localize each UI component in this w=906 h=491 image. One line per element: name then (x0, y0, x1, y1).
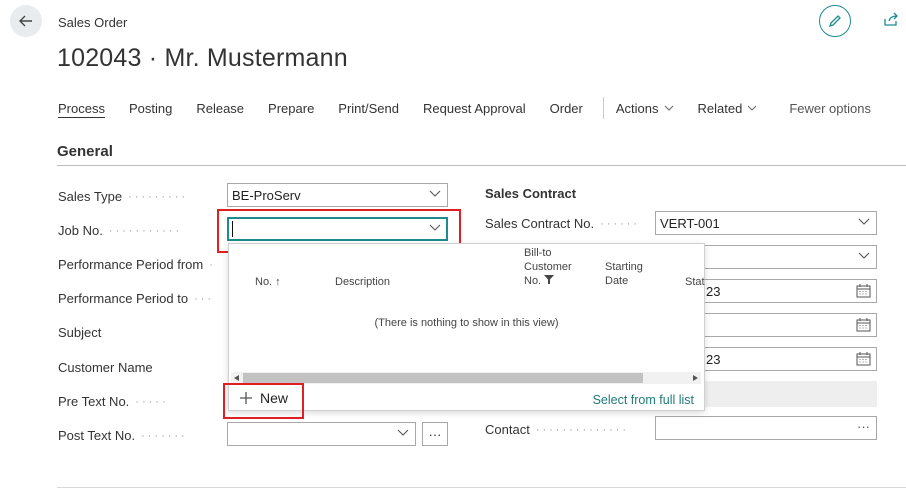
contract-date-3-value: 23 (706, 351, 721, 367)
performance-from-label-text: Performance Period from (58, 257, 204, 272)
pre-text-label: Pre Text No. ····· (58, 394, 169, 409)
action-release[interactable]: Release (196, 101, 244, 116)
actions-label: Actions (615, 100, 659, 116)
label-dots: ······ (600, 217, 641, 230)
sales-contract-no-label-text: Sales Contract No. (485, 216, 595, 231)
calendar-icon[interactable] (856, 284, 871, 298)
chevron-down-icon (429, 190, 441, 197)
scroll-right-icon[interactable] (693, 375, 698, 381)
post-text-label: Post Text No. ······· (58, 428, 188, 443)
action-separator (602, 97, 604, 119)
select-full-list-link[interactable]: Select from full list (593, 393, 694, 407)
job-no-label-text: Job No. (58, 223, 103, 238)
scroll-left-icon[interactable] (234, 375, 239, 381)
sales-contract-no-value: VERT-001 (660, 215, 720, 231)
action-request-approval[interactable]: Request Approval (423, 101, 526, 116)
post-text-select[interactable] (227, 422, 416, 446)
label-dots: ··········· (108, 224, 183, 237)
subject-label: Subject (58, 325, 101, 340)
chevron-down-icon (397, 429, 409, 436)
chevron-down-icon (747, 105, 757, 111)
share-button[interactable] (880, 9, 902, 31)
breadcrumb: Sales Order (58, 15, 128, 30)
section-divider (57, 165, 906, 166)
col-header-status[interactable]: Stat (685, 275, 705, 289)
col-header-no[interactable]: No. ↑ (255, 275, 281, 289)
customer-name-label: Customer Name (58, 360, 153, 375)
performance-from-label: Performance Period from · (58, 257, 216, 272)
contact-label: Contact ·············· (485, 422, 629, 437)
col-header-billto[interactable]: Bill-to Customer No. (524, 246, 572, 288)
pencil-icon (828, 15, 841, 28)
bottom-divider (57, 487, 906, 488)
post-text-label-text: Post Text No. (58, 428, 136, 443)
label-dots: ·············· (535, 423, 630, 436)
action-process[interactable]: Process (58, 101, 105, 116)
share-icon (884, 12, 898, 26)
edit-button[interactable] (819, 5, 851, 37)
action-bar: Process Posting Release Prepare Print/Se… (58, 97, 895, 119)
contact-input[interactable]: ··· (655, 416, 877, 440)
sales-contract-no-select[interactable]: VERT-001 (655, 211, 877, 235)
performance-to-label-text: Performance Period to (58, 291, 189, 306)
subsection-sales-contract: Sales Contract (485, 186, 577, 201)
chevron-down-icon (858, 252, 870, 259)
label-dots: ··· (194, 292, 215, 305)
sales-type-value: BE-ProServ (232, 187, 301, 203)
customer-name-label-text: Customer Name (58, 360, 153, 375)
label-dots: ····· (135, 395, 169, 408)
calendar-icon[interactable] (856, 318, 871, 332)
sales-type-select[interactable]: BE-ProServ (227, 183, 448, 207)
pre-text-label-text: Pre Text No. (58, 394, 130, 409)
highlight-new-button (223, 383, 304, 419)
scrollbar-thumb[interactable] (243, 373, 643, 383)
back-button[interactable] (10, 5, 42, 37)
action-actions-menu[interactable]: Actions (616, 101, 674, 116)
chevron-down-icon (664, 105, 673, 111)
page-title: 102043 · Mr. Mustermann (57, 44, 348, 72)
section-title-general[interactable]: General (57, 143, 113, 160)
contract-date-1-value: 23 (706, 283, 721, 299)
col-header-starting-date[interactable]: Starting Date (605, 260, 643, 288)
action-prepare[interactable]: Prepare (268, 101, 314, 116)
contact-label-text: Contact (485, 422, 530, 437)
filter-icon (544, 275, 555, 284)
action-print-send[interactable]: Print/Send (338, 101, 399, 116)
sales-type-label-text: Sales Type (58, 189, 123, 204)
arrow-left-icon (19, 15, 32, 27)
related-label: Related (697, 100, 743, 116)
label-dots: ······· (141, 429, 188, 442)
action-related-menu[interactable]: Related (698, 101, 758, 116)
sales-contract-no-label: Sales Contract No. ······ (485, 216, 640, 231)
post-text-lookup-button[interactable]: ··· (422, 422, 448, 446)
more-icon[interactable]: ··· (857, 419, 870, 434)
performance-to-label: Performance Period to ··· (58, 291, 214, 306)
fewer-options-button[interactable]: Fewer options (789, 101, 871, 116)
empty-message: (There is nothing to show in this view) (374, 317, 559, 329)
action-order[interactable]: Order (550, 101, 583, 116)
job-no-label: Job No. ··········· (58, 223, 182, 238)
calendar-icon[interactable] (856, 352, 871, 366)
chevron-down-icon (858, 218, 870, 225)
action-posting[interactable]: Posting (129, 101, 172, 116)
label-dots: ········· (128, 190, 189, 203)
sales-type-label: Sales Type ········· (58, 189, 188, 204)
label-dots: · (209, 258, 216, 271)
subject-label-text: Subject (58, 325, 102, 340)
col-header-description[interactable]: Description (335, 275, 390, 289)
